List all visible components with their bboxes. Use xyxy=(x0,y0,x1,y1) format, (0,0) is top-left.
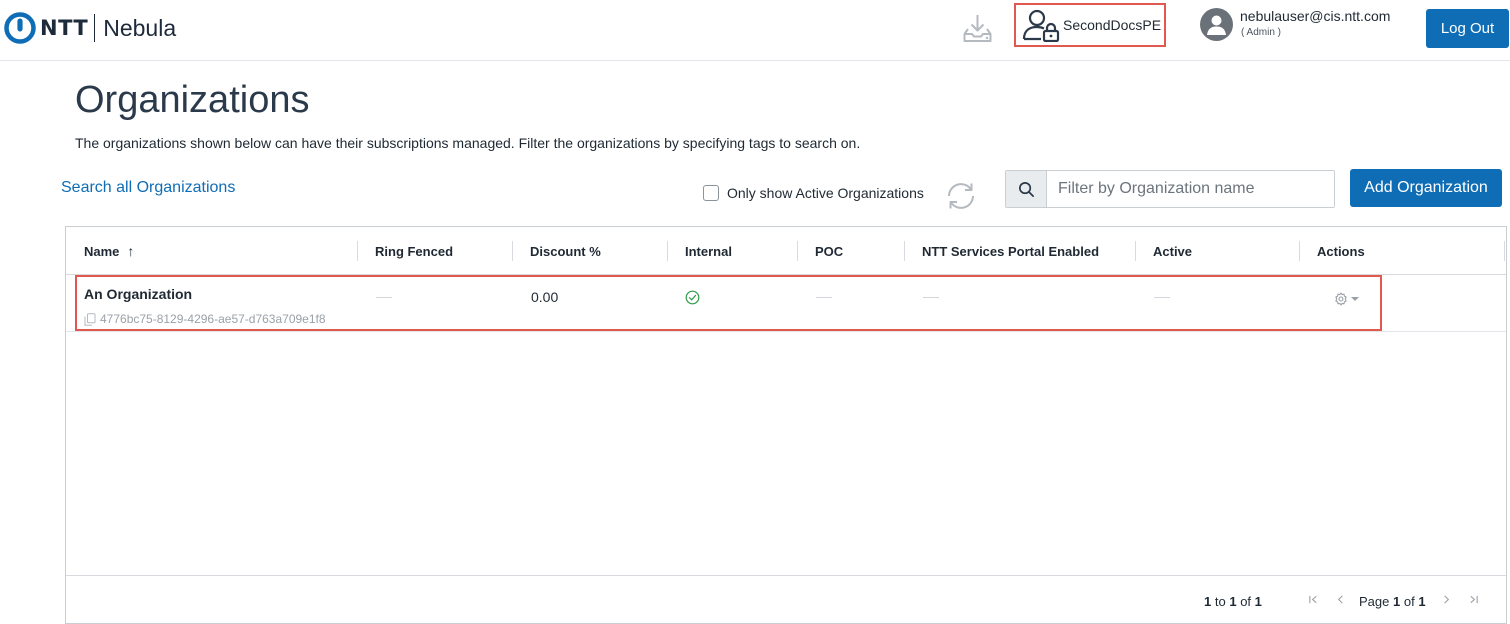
refresh-icon[interactable] xyxy=(944,180,978,212)
active-only-checkbox[interactable] xyxy=(703,185,719,201)
row-count-summary: 1 to 1 of 1 xyxy=(1204,594,1262,609)
organizations-table: Name ↑ Ring Fenced Discount % Internal P… xyxy=(65,226,1507,624)
search-icon xyxy=(1018,181,1034,197)
brand-name: NTT xyxy=(40,16,89,40)
column-active-header[interactable]: Active xyxy=(1153,227,1192,275)
column-divider[interactable] xyxy=(512,241,513,261)
total-pages: 1 xyxy=(1418,594,1426,609)
table-header: Name ↑ Ring Fenced Discount % Internal P… xyxy=(66,227,1506,275)
table-footer: 1 to 1 of 1 Page 1 of 1 xyxy=(66,575,1506,623)
app-name: Nebula xyxy=(103,14,177,41)
column-ring-fenced-header[interactable]: Ring Fenced xyxy=(375,227,453,275)
chevron-left-icon xyxy=(1337,594,1343,604)
logout-button[interactable]: Log Out xyxy=(1426,9,1509,48)
page-of-word: of xyxy=(1403,594,1415,609)
chevron-right-icon xyxy=(1443,594,1449,604)
search-button[interactable] xyxy=(1006,171,1047,207)
page-title: Organizations xyxy=(75,79,310,121)
organization-name-filter-input[interactable] xyxy=(1047,171,1334,207)
column-name-header[interactable]: Name ↑ xyxy=(84,227,134,275)
column-divider[interactable] xyxy=(1504,241,1505,261)
top-bar: NTT Nebula SecondDocsPE nebulauser@cis.n… xyxy=(0,0,1510,61)
column-portal-header[interactable]: NTT Services Portal Enabled xyxy=(922,227,1099,275)
tenant-name: SecondDocsPE xyxy=(1063,17,1162,33)
column-divider[interactable] xyxy=(667,241,668,261)
column-divider[interactable] xyxy=(357,241,358,261)
download-icon[interactable] xyxy=(961,12,994,44)
user-email: nebulauser@cis.ntt.com xyxy=(1240,8,1391,24)
user-avatar-icon xyxy=(1200,8,1233,41)
current-page: 1 xyxy=(1393,594,1401,609)
logo-divider xyxy=(94,14,96,42)
next-page-button[interactable] xyxy=(1437,590,1455,608)
user-lock-icon xyxy=(1022,9,1060,42)
user-role: ( Admin ) xyxy=(1241,27,1282,38)
last-page-icon xyxy=(1469,595,1478,603)
column-divider[interactable] xyxy=(1299,241,1300,261)
first-page-button[interactable] xyxy=(1304,590,1322,608)
app-logo[interactable]: NTT Nebula xyxy=(4,12,176,44)
add-organization-button[interactable]: Add Organization xyxy=(1350,169,1502,207)
column-discount-header[interactable]: Discount % xyxy=(530,227,601,275)
user-info: nebulauser@cis.ntt.com ( Admin ) xyxy=(1240,8,1390,41)
user-menu[interactable]: nebulauser@cis.ntt.com ( Admin ) xyxy=(1200,8,1390,41)
summary-of-word: of xyxy=(1240,594,1252,609)
sort-ascending-icon: ↑ xyxy=(127,243,135,259)
column-divider[interactable] xyxy=(904,241,905,261)
ntt-ring-icon xyxy=(4,12,36,44)
page-word: Page xyxy=(1359,594,1390,609)
search-all-organizations-link[interactable]: Search all Organizations xyxy=(61,179,235,197)
active-only-label[interactable]: Only show Active Organizations xyxy=(727,185,924,201)
column-divider[interactable] xyxy=(797,241,798,261)
page-description: The organizations shown below can have t… xyxy=(75,135,861,151)
column-name-label: Name xyxy=(84,243,120,259)
column-divider[interactable] xyxy=(1135,241,1136,261)
summary-to: 1 xyxy=(1229,594,1237,609)
last-page-button[interactable] xyxy=(1464,590,1482,608)
summary-total: 1 xyxy=(1254,594,1262,609)
summary-to-word: to xyxy=(1214,594,1226,609)
page-indicator: Page 1 of 1 xyxy=(1359,594,1426,609)
row-highlight-frame xyxy=(75,275,1382,331)
column-actions-header: Actions xyxy=(1317,243,1365,259)
tenant-switcher[interactable]: SecondDocsPE xyxy=(1014,3,1166,47)
column-poc-header[interactable]: POC xyxy=(815,227,843,275)
active-only-filter[interactable]: Only show Active Organizations xyxy=(703,185,924,201)
first-page-icon xyxy=(1308,595,1317,603)
summary-from: 1 xyxy=(1204,594,1212,609)
previous-page-button[interactable] xyxy=(1331,590,1349,608)
column-internal-header[interactable]: Internal xyxy=(685,227,732,275)
organization-filter xyxy=(1005,170,1335,208)
